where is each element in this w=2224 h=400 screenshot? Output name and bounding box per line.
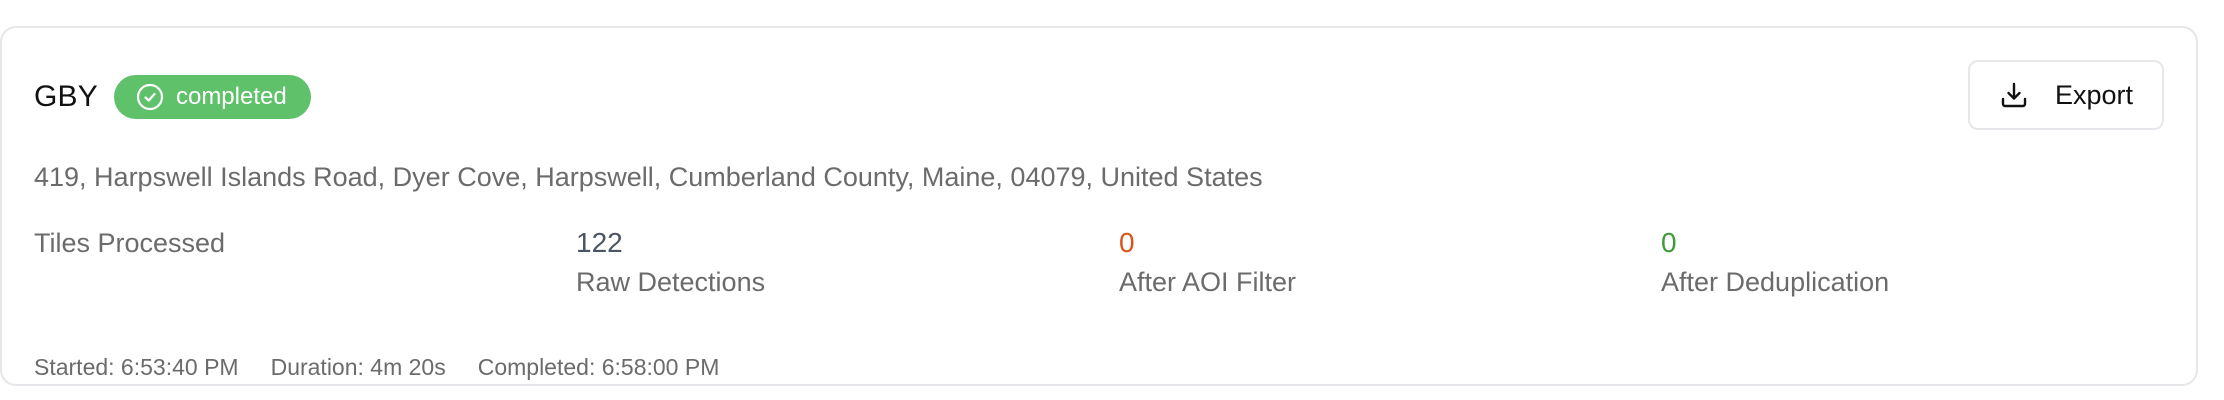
- stat-tiles-processed: Tiles Processed: [34, 224, 554, 262]
- duration: Duration: 4m 20s: [270, 354, 446, 380]
- stats-row: Tiles Processed 122 Raw Detections 0 Aft…: [34, 224, 2154, 314]
- stat-label: Tiles Processed: [34, 228, 226, 258]
- export-button[interactable]: Export: [1968, 60, 2164, 130]
- job-header: GBY completed: [34, 74, 311, 120]
- check-circle-icon: [136, 83, 164, 111]
- stat-label: Raw Detections: [576, 267, 766, 297]
- stat-raw-detections: 122 Raw Detections: [576, 224, 1096, 302]
- stat-after-deduplication: 0 After Deduplication: [1661, 224, 2181, 302]
- timing-info: Started: 6:53:40 PM Duration: 4m 20s Com…: [34, 354, 751, 381]
- download-icon: [1999, 80, 2029, 110]
- stat-label: After AOI Filter: [1119, 267, 1297, 297]
- stat-label: After Deduplication: [1661, 267, 1890, 297]
- export-label: Export: [2054, 79, 2134, 110]
- status-badge: completed: [113, 75, 311, 119]
- stat-value: 0: [1661, 227, 1677, 258]
- stat-value: 0: [1119, 227, 1135, 258]
- job-address: 419, Harpswell Islands Road, Dyer Cove, …: [34, 162, 1263, 192]
- stat-value: 122: [576, 227, 623, 258]
- stat-after-aoi-filter: 0 After AOI Filter: [1119, 224, 1639, 302]
- completed-time: Completed: 6:58:00 PM: [477, 354, 720, 380]
- status-label: completed: [175, 83, 287, 110]
- job-card: GBY completed Export 419, Harpswell Isla…: [0, 26, 2198, 386]
- job-title: GBY: [34, 80, 98, 113]
- started-time: Started: 6:53:40 PM: [34, 354, 239, 380]
